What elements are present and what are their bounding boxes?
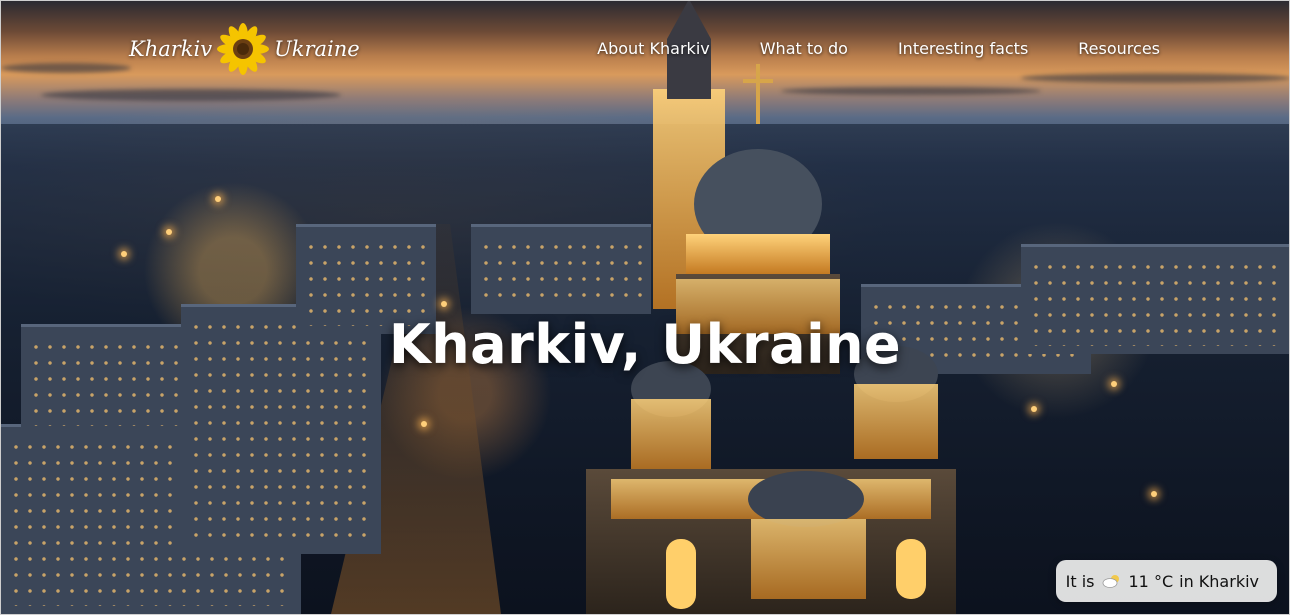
- street-light: [121, 251, 127, 257]
- nav-interesting-facts[interactable]: Interesting facts: [898, 39, 1028, 58]
- street-light: [1151, 491, 1157, 497]
- street-light: [1111, 381, 1117, 387]
- site-header: Kharkiv Ukraine About Kharkiv What to do…: [1, 1, 1289, 101]
- nav-what-to-do[interactable]: What to do: [760, 39, 848, 58]
- nav-about-kharkiv[interactable]: About Kharkiv: [597, 39, 710, 58]
- street-light: [1031, 406, 1037, 412]
- street-light: [166, 229, 172, 235]
- weather-temperature: 11 °C: [1128, 571, 1174, 591]
- main-nav: About Kharkiv What to do Interesting fac…: [597, 39, 1160, 58]
- sunflower-icon: [217, 23, 270, 75]
- nav-resources[interactable]: Resources: [1078, 39, 1160, 58]
- site-logo[interactable]: Kharkiv Ukraine: [129, 21, 360, 77]
- weather-prefix: It is: [1065, 571, 1095, 591]
- hero-title: Kharkiv, Ukraine: [388, 313, 902, 376]
- logo-text-kharkiv: Kharkiv: [129, 37, 213, 61]
- weather-suffix: in Kharkiv: [1179, 571, 1259, 591]
- street-light: [441, 301, 447, 307]
- hero-section: Kharkiv Ukraine About Kharkiv What to do…: [0, 0, 1290, 615]
- weather-badge: It is 11 °C in Kharkiv: [1055, 560, 1277, 602]
- logo-text-ukraine: Ukraine: [274, 37, 360, 61]
- partly-cloudy-icon: [1102, 575, 1119, 588]
- street-light: [421, 421, 427, 427]
- street-light: [215, 196, 221, 202]
